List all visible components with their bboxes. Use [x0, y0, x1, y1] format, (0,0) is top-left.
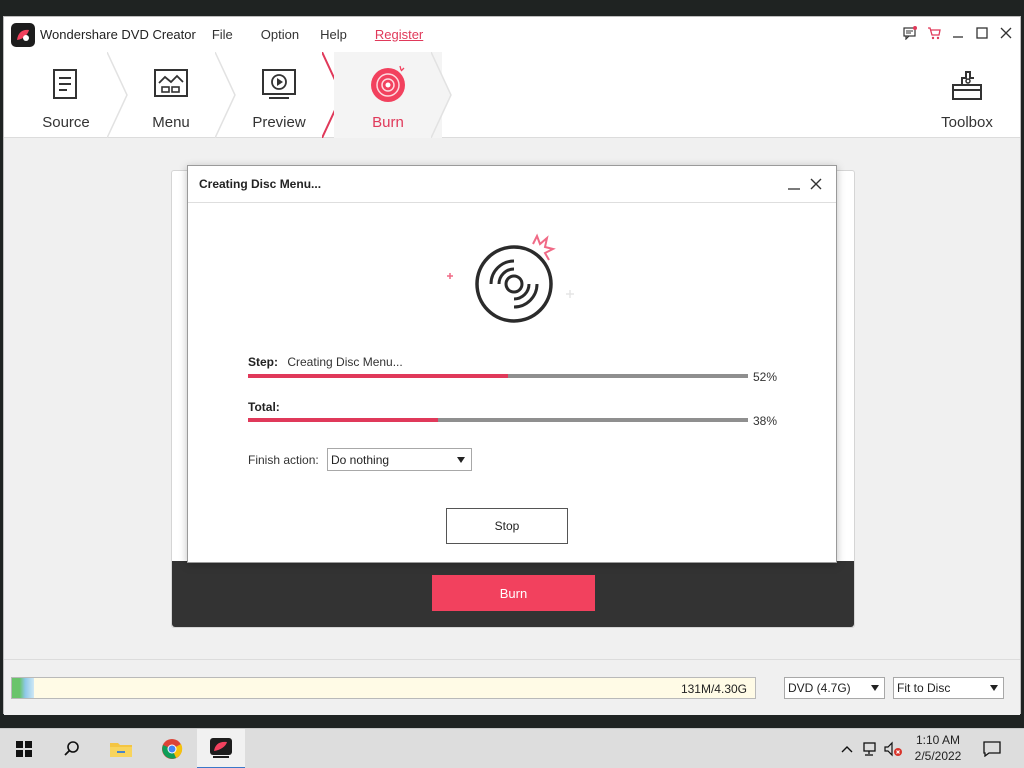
dialog-title: Creating Disc Menu...: [199, 177, 322, 191]
step-burn[interactable]: Burn: [334, 52, 442, 138]
step-preview[interactable]: Preview: [225, 52, 333, 138]
app-logo-icon: [11, 22, 35, 47]
taskbar-file-explorer[interactable]: [97, 729, 145, 768]
step-progress-fill: [248, 374, 508, 378]
chevron-up-icon: [841, 746, 853, 753]
menu-help[interactable]: Help: [320, 27, 347, 42]
tray-network[interactable]: [860, 729, 882, 768]
dialog-close-icon[interactable]: [808, 176, 824, 192]
burn-button[interactable]: Burn: [432, 575, 595, 611]
action-center-button[interactable]: [978, 729, 1006, 768]
disc-capacity-bar: 131M/4.30G: [11, 677, 756, 699]
minimize-icon[interactable]: [950, 24, 966, 42]
step-burn-label: Burn: [372, 114, 404, 131]
taskbar-chrome[interactable]: [148, 729, 196, 768]
progress-dialog: Creating Disc Menu... Step: Creating Dis…: [187, 165, 837, 563]
image-grid-icon: [151, 64, 191, 104]
finish-action-value: Do nothing: [331, 452, 390, 467]
finish-action-select[interactable]: Do nothing: [327, 448, 472, 471]
dialog-minimize-icon[interactable]: [786, 176, 802, 192]
menu-register[interactable]: Register: [375, 27, 423, 42]
start-button[interactable]: [0, 729, 48, 768]
system-clock[interactable]: 1:10 AM 2/5/2022: [902, 732, 974, 764]
title-bar: Wondershare DVD Creator File Option Help…: [4, 17, 1020, 52]
chevron-down-icon: [457, 457, 465, 463]
search-button[interactable]: [48, 729, 96, 768]
tray-overflow-button[interactable]: [836, 729, 858, 768]
window-controls: [902, 24, 1014, 42]
network-icon: [863, 742, 876, 756]
document-icon: [46, 64, 86, 104]
chrome-icon: [162, 739, 183, 759]
step-label: Step:: [248, 355, 278, 369]
windows-icon: [16, 741, 32, 757]
menu-option[interactable]: Option: [261, 27, 299, 42]
fit-mode-value: Fit to Disc: [897, 681, 951, 695]
dvd-creator-icon: [210, 738, 232, 758]
step-source-label: Source: [42, 114, 90, 131]
step-value: Creating Disc Menu...: [287, 355, 403, 369]
step-progress-bar: [248, 374, 748, 378]
app-title: Wondershare DVD Creator: [40, 27, 196, 42]
capacity-text: 131M/4.30G: [680, 682, 747, 696]
total-progress-bar: [248, 418, 748, 422]
step-divider: [431, 52, 452, 138]
taskbar: 1:10 AM 2/5/2022: [0, 728, 1024, 768]
total-percent: 38%: [753, 414, 778, 428]
taskbar-dvd-creator[interactable]: [197, 729, 245, 768]
play-screen-icon: [259, 64, 299, 104]
step-percent: 52%: [753, 370, 778, 384]
fit-mode-select[interactable]: Fit to Disc: [893, 677, 1004, 699]
search-icon: [64, 741, 79, 756]
disc-burning-illustration: [447, 233, 574, 323]
disc-type-value: DVD (4.7G): [788, 681, 851, 695]
status-bar: 131M/4.30G DVD (4.7G) Fit to Disc: [4, 659, 1020, 715]
step-navigation: Source Menu Preview Burn Toolbox: [4, 52, 1020, 138]
menu-file[interactable]: File: [212, 27, 233, 42]
step-source[interactable]: Source: [12, 52, 120, 138]
step-menu-label: Menu: [152, 114, 190, 131]
total-progress-fill: [248, 418, 438, 422]
total-label: Total:: [248, 400, 280, 414]
finish-action-label: Finish action:: [248, 453, 319, 467]
dialog-header: Creating Disc Menu...: [188, 166, 836, 203]
notification-icon: [983, 741, 1001, 757]
step-menu[interactable]: Menu: [117, 52, 225, 138]
disc-type-select[interactable]: DVD (4.7G): [784, 677, 885, 699]
folder-icon: [110, 743, 132, 757]
feedback-icon[interactable]: [902, 24, 918, 42]
clock-date: 2/5/2022: [914, 749, 962, 763]
step-preview-label: Preview: [252, 114, 306, 131]
clock-time: 1:10 AM: [915, 733, 961, 747]
chevron-down-icon: [990, 685, 998, 691]
maximize-icon[interactable]: [974, 24, 990, 42]
cart-icon[interactable]: [926, 24, 942, 42]
toolbox-label: Toolbox: [941, 114, 993, 131]
tray-volume[interactable]: [882, 729, 904, 768]
chevron-down-icon: [871, 685, 879, 691]
step-row: Step: Creating Disc Menu...: [248, 355, 403, 369]
toolbox-button[interactable]: Toolbox: [932, 52, 1002, 138]
panel-footer: Burn: [172, 561, 854, 627]
toolbox-icon: [947, 66, 987, 104]
total-row: Total:: [248, 400, 280, 414]
close-icon[interactable]: [998, 24, 1014, 42]
stop-button[interactable]: Stop: [446, 508, 568, 544]
capacity-used-fill: [12, 678, 35, 698]
volume-muted-icon: [884, 741, 902, 757]
disc-icon: [368, 64, 408, 104]
